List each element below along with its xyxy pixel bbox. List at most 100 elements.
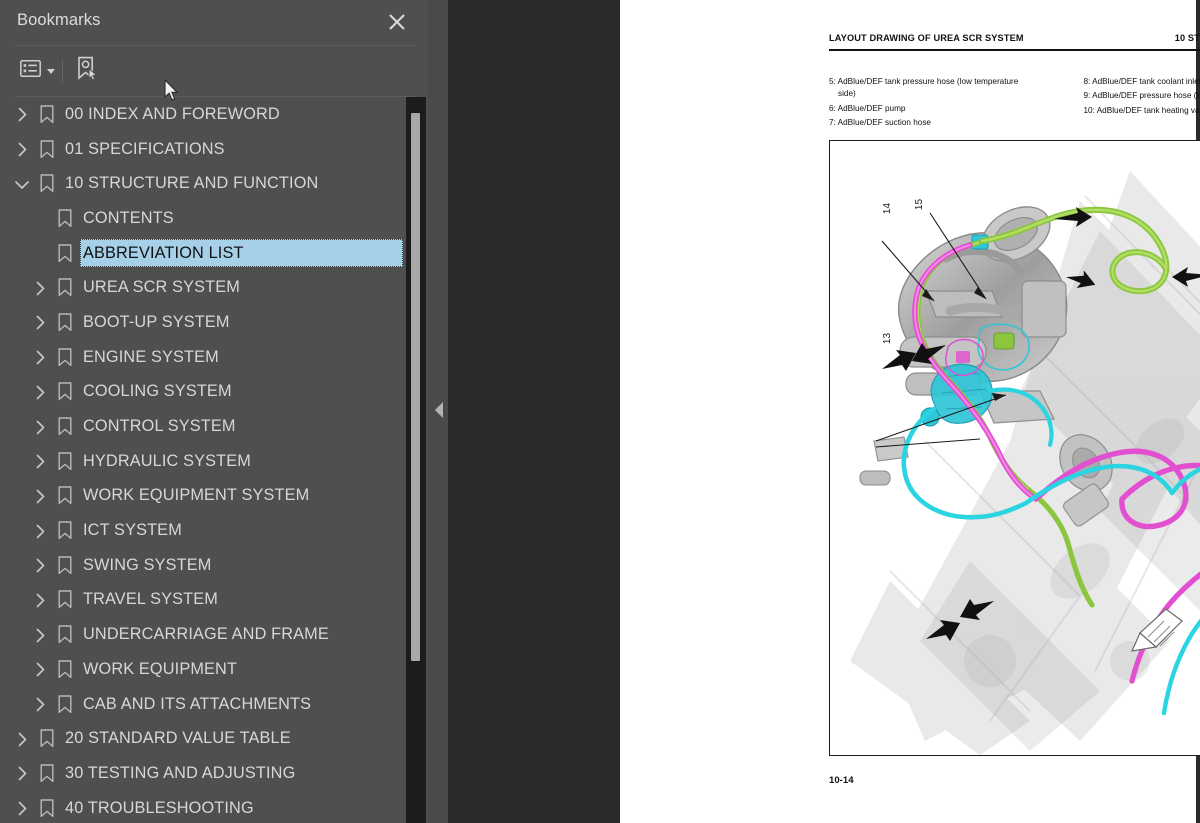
- legend-number: 8:: [1083, 77, 1091, 86]
- bookmark-item-contents[interactable]: CONTENTS: [0, 201, 403, 236]
- bookmark-item-abbreviation-list[interactable]: ABBREVIATION LIST: [0, 236, 403, 271]
- bookmark-item-work-equipment[interactable]: WORK EQUIPMENT: [0, 652, 403, 687]
- chevron-right-icon[interactable]: [30, 347, 50, 367]
- bookmark-item-urea-scr-system[interactable]: UREA SCR SYSTEM: [0, 270, 403, 305]
- legend-item: 8: AdBlue/DEF tank coolant inlet hose: [1084, 76, 1200, 88]
- legend-item: 10: AdBlue/DEF tank heating valve: [1084, 105, 1200, 117]
- chevron-right-icon[interactable]: [12, 104, 32, 124]
- legend-number: 5:: [829, 77, 836, 86]
- bookmark-icon: [54, 658, 76, 680]
- bookmark-item-label: CAB AND ITS ATTACHMENTS: [83, 694, 312, 713]
- bookmark-item-10-structure-and-function[interactable]: 10 STRUCTURE AND FUNCTION: [0, 166, 403, 201]
- bookmark-item-01-specifications[interactable]: 01 SPECIFICATIONS: [0, 132, 403, 167]
- chevron-right-icon[interactable]: [30, 382, 50, 402]
- bookmark-item-label: CONTROL SYSTEM: [83, 417, 236, 436]
- find-current-bookmark-button[interactable]: [72, 56, 103, 85]
- bookmark-item-ict-system[interactable]: ICT SYSTEM: [0, 513, 403, 548]
- chevron-right-icon[interactable]: [30, 417, 50, 437]
- panel-title: Bookmarks: [17, 11, 101, 29]
- bookmark-item-00-index-and-foreword[interactable]: 00 INDEX AND FOREWORD: [0, 97, 403, 132]
- bookmark-icon: [54, 346, 76, 368]
- bookmark-icon: [54, 485, 76, 507]
- bookmark-icon: [54, 520, 76, 542]
- legend-column-right: 8: AdBlue/DEF tank coolant inlet hose 9:…: [1084, 76, 1200, 132]
- legend-item: 5: AdBlue/DEF tank pressure hose (low te…: [829, 76, 1070, 101]
- legend-number: 9:: [1083, 91, 1091, 101]
- chevron-right-icon[interactable]: [30, 694, 50, 714]
- legend-item: 7: AdBlue/DEF suction hose: [829, 117, 1070, 129]
- toolbar-separator: [62, 59, 63, 83]
- bookmarks-header: Bookmarks: [0, 0, 428, 46]
- bookmark-item-work-equipment-system[interactable]: WORK EQUIPMENT SYSTEM: [0, 479, 403, 514]
- page-header-right: 10 STRUCTURE AND FUNCTION: [1174, 33, 1200, 43]
- bookmark-item-cooling-system[interactable]: COOLING SYSTEM: [0, 375, 403, 410]
- bookmark-item-label: WORK EQUIPMENT: [83, 659, 238, 678]
- bookmark-item-swing-system[interactable]: SWING SYSTEM: [0, 548, 403, 583]
- chevron-right-icon[interactable]: [30, 555, 50, 575]
- bookmark-icon: [36, 762, 58, 784]
- bookmark-icon: [36, 103, 58, 125]
- bookmark-item-20-standard-value-table[interactable]: 20 STANDARD VALUE TABLE: [0, 721, 403, 756]
- bookmark-item-travel-system[interactable]: TRAVEL SYSTEM: [0, 583, 403, 618]
- chevron-right-icon[interactable]: [30, 625, 50, 645]
- bookmarks-scrollbar-track[interactable]: [406, 97, 426, 823]
- bookmark-icon: [54, 277, 76, 299]
- bookmark-item-label: ICT SYSTEM: [83, 521, 182, 540]
- bookmark-item-cab-and-its-attachments[interactable]: CAB AND ITS ATTACHMENTS: [0, 687, 403, 722]
- bookmark-item-label: 20 STANDARD VALUE TABLE: [65, 729, 291, 748]
- bookmark-item-engine-system[interactable]: ENGINE SYSTEM: [0, 340, 403, 375]
- bookmarks-tree[interactable]: 00 INDEX AND FOREWORD 01 SPECIFICATIONS 10…: [0, 97, 403, 823]
- chevron-right-icon[interactable]: [30, 312, 50, 332]
- bookmark-icon: [54, 416, 76, 438]
- page-header: LAYOUT DRAWING OF UREA SCR SYSTEM 10 STR…: [829, 33, 1200, 43]
- chevron-right-icon[interactable]: [30, 278, 50, 298]
- close-icon[interactable]: [384, 9, 410, 35]
- legend-item: 6: AdBlue/DEF pump: [829, 103, 1070, 115]
- chevron-right-icon[interactable]: [30, 590, 50, 610]
- chevron-right-icon[interactable]: [30, 659, 50, 679]
- chevron-right-icon[interactable]: [30, 521, 50, 541]
- bookmark-item-boot-up-system[interactable]: BOOT-UP SYSTEM: [0, 305, 403, 340]
- bookmark-item-label: WORK EQUIPMENT SYSTEM: [83, 486, 310, 505]
- figure-frame: 15 14 13 N APP15806: [829, 140, 1200, 756]
- bookmark-item-label: BOOT-UP SYSTEM: [83, 312, 230, 331]
- callout-15: 15: [914, 198, 926, 211]
- legend-text: AdBlue/DEF tank pressure hose (low tempe…: [837, 77, 1019, 86]
- bookmark-icon: [54, 589, 76, 611]
- bookmark-icon: [36, 173, 58, 195]
- bookmark-icon: [54, 207, 76, 229]
- bookmark-item-30-testing-and-adjusting[interactable]: 30 TESTING AND ADJUSTING: [0, 756, 403, 791]
- chevron-down-icon[interactable]: [12, 174, 32, 194]
- chevron-right-icon[interactable]: [30, 486, 50, 506]
- bookmark-item-label: ENGINE SYSTEM: [83, 347, 219, 366]
- twisty-spacer: [30, 208, 50, 228]
- legend-number: 7:: [829, 118, 836, 128]
- collapse-panel-arrow-icon[interactable]: [433, 400, 445, 420]
- bookmark-icon: [36, 138, 58, 160]
- bookmark-item-label: SWING SYSTEM: [83, 555, 212, 574]
- chevron-right-icon[interactable]: [12, 729, 32, 749]
- bookmark-icon: [54, 242, 76, 264]
- page-footer: 10-14 PC210LCi-11: [829, 775, 1200, 786]
- chevron-right-icon[interactable]: [12, 763, 32, 783]
- document-viewer[interactable]: LAYOUT DRAWING OF UREA SCR SYSTEM 10 STR…: [448, 0, 1200, 823]
- bookmark-item-label: UNDERCARRIAGE AND FRAME: [83, 625, 329, 644]
- chevron-right-icon[interactable]: [30, 451, 50, 471]
- bookmark-icon: [54, 693, 76, 715]
- bookmark-item-40-troubleshooting[interactable]: 40 TROUBLESHOOTING: [0, 791, 403, 823]
- chevron-right-icon[interactable]: [12, 139, 32, 159]
- bookmark-icon: [36, 797, 58, 819]
- bookmark-item-label: COOLING SYSTEM: [83, 382, 232, 401]
- chevron-down-icon: [47, 68, 55, 74]
- list-options-button[interactable]: [17, 57, 58, 85]
- chevron-right-icon[interactable]: [12, 798, 32, 818]
- bookmark-item-label: 30 TESTING AND ADJUSTING: [65, 763, 296, 782]
- bookmark-item-undercarriage-and-frame[interactable]: UNDERCARRIAGE AND FRAME: [0, 617, 403, 652]
- bookmark-item-control-system[interactable]: CONTROL SYSTEM: [0, 409, 403, 444]
- legend-text: AdBlue/DEF tank coolant inlet hose: [1092, 77, 1200, 86]
- page-header-left: LAYOUT DRAWING OF UREA SCR SYSTEM: [829, 33, 1024, 43]
- bookmarks-scrollbar-thumb[interactable]: [411, 113, 420, 661]
- bookmark-item-label: ABBREVIATION LIST: [83, 243, 244, 262]
- bookmark-item-hydraulic-system[interactable]: HYDRAULIC SYSTEM: [0, 444, 403, 479]
- pdf-page: LAYOUT DRAWING OF UREA SCR SYSTEM 10 STR…: [620, 0, 1200, 823]
